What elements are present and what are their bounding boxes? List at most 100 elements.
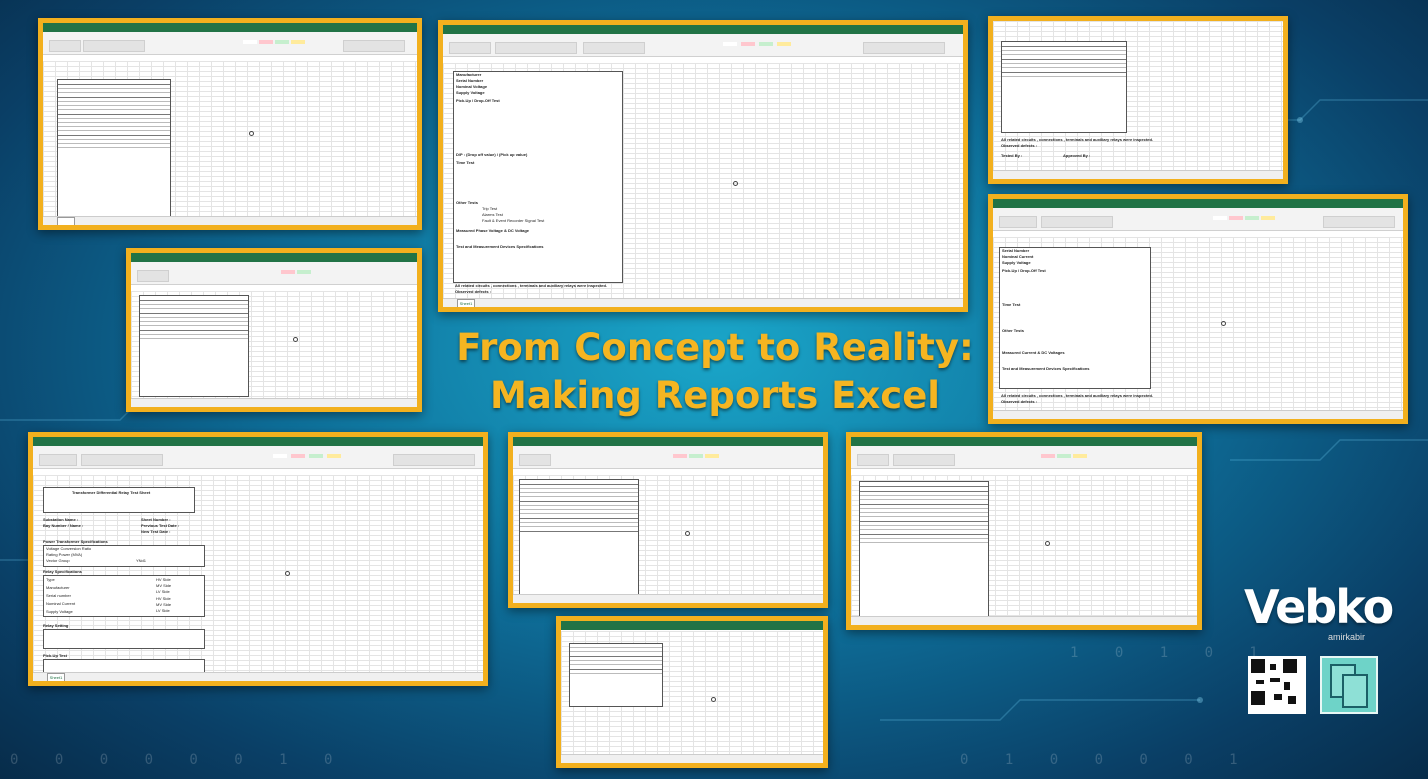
- excel-screenshot-bottom-right: [846, 432, 1202, 630]
- excel-screenshot-top-left: [38, 18, 422, 230]
- footer-line: All related circuits , connections , ter…: [1001, 137, 1154, 142]
- pickup-table: [43, 659, 205, 673]
- spec-table: Voltage Conversion Ratio Rating Power (M…: [43, 545, 205, 567]
- excel-titlebar: [443, 25, 963, 34]
- excel-screenshot-left-middle: [126, 248, 422, 412]
- side-label: LV Side: [156, 589, 170, 594]
- section-label: Relay Specifications: [43, 569, 82, 574]
- row-label: Nominal Current: [1002, 254, 1034, 259]
- side-label: LV Side: [156, 608, 170, 613]
- copy-documents-icon: [1320, 656, 1378, 714]
- row-label: Other Tests: [456, 200, 478, 205]
- excel-titlebar: [131, 253, 417, 262]
- side-label: MV Side: [156, 583, 172, 588]
- other-test: Fault & Event Recorder Signal Test: [482, 218, 545, 223]
- row-label: Time Test: [456, 160, 475, 165]
- excel-titlebar: [851, 437, 1197, 446]
- section-label: Pick-Up Test: [43, 653, 67, 658]
- binary-decor: 1 0 1 0 1: [1070, 645, 1272, 661]
- report-form: Serial Number Nominal Current Supply Vol…: [999, 247, 1151, 389]
- row-label: Test and Measurement Devices Specificati…: [456, 244, 544, 249]
- sheet-tab: Sheet1: [47, 673, 65, 681]
- title-box: Transformer Differential Relay Test Shee…: [43, 487, 195, 513]
- excel-titlebar: [33, 437, 483, 446]
- excel-ribbon: [851, 446, 1197, 469]
- footer-line: All related circuits , connections , ter…: [1001, 393, 1154, 398]
- excel-ribbon: [33, 446, 483, 469]
- report-form: [569, 643, 663, 707]
- sheet-tab: Sheet1: [457, 299, 475, 307]
- report-form: [1001, 41, 1127, 133]
- relay-row: Nominal Current: [46, 601, 76, 606]
- side-label: MV Side: [156, 602, 172, 607]
- field-label: Sheet Number :: [141, 517, 171, 522]
- report-form: [57, 79, 171, 221]
- field-label: New Test Date :: [141, 529, 171, 534]
- report-form: [139, 295, 249, 397]
- excel-titlebar: [993, 199, 1403, 208]
- relay-row: Manufacturer: [46, 585, 70, 590]
- spec-row: Rating Power (MVA): [46, 552, 83, 557]
- headline-line-2: Making Reports Excel: [490, 374, 940, 417]
- row-label: Nominal Voltage: [456, 84, 488, 89]
- row-label: Serial Number: [456, 78, 484, 83]
- excel-screenshot-right-middle: Serial Number Nominal Current Supply Vol…: [988, 194, 1408, 424]
- relay-row: Serial number: [46, 593, 71, 598]
- footer-line: Observed defects :: [1001, 143, 1038, 148]
- qr-code-icon: [1248, 656, 1306, 714]
- excel-screenshot-top-right: All related circuits , connections , ter…: [988, 16, 1288, 184]
- footer-line: Observed defects :: [455, 289, 492, 294]
- spec-row: Vector Group: [46, 558, 70, 563]
- field-label: Previous Test Date :: [141, 523, 180, 528]
- spec-value: YNd1: [136, 558, 147, 563]
- excel-ribbon: [513, 446, 823, 469]
- relay-test-form: Manufacturer Serial Number Nominal Volta…: [453, 71, 623, 283]
- row-label: Test and Measurement Devices Specificati…: [1002, 366, 1090, 371]
- excel-ribbon: [993, 208, 1403, 231]
- other-test: Trip Test: [482, 206, 498, 211]
- row-label: Measured Phase Voltage & DC Voltage: [456, 228, 529, 233]
- row-label: Pick-Up / Drop-Off Test: [456, 98, 500, 103]
- row-label: Serial Number: [1002, 248, 1030, 253]
- binary-decor: 0 0 0 0 0 0 1 0: [10, 752, 347, 768]
- footer-line: All related circuits , connections , ter…: [455, 283, 608, 288]
- section-label: Power Transformer Specifications: [43, 539, 108, 544]
- row-label: Other Tests: [1002, 328, 1024, 333]
- row-label: Manufacturer: [456, 72, 482, 77]
- relay-setting-table: [43, 629, 205, 649]
- report-form: [519, 479, 639, 601]
- signature-label: Tested By :: [1001, 153, 1023, 158]
- spec-row: Voltage Conversion Ratio: [46, 546, 92, 551]
- row-label: D/P : (Drop off value) / (Pick up value): [456, 152, 528, 157]
- excel-screenshot-top-center: Manufacturer Serial Number Nominal Volta…: [438, 20, 968, 312]
- row-label: Time Test: [1002, 302, 1021, 307]
- row-label: Supply Voltage: [456, 90, 485, 95]
- excel-screenshot-bottom-small: [556, 616, 828, 768]
- sheet-tab: [57, 217, 75, 225]
- field-label: Bay Number / Name :: [43, 523, 84, 528]
- excel-ribbon: [131, 262, 417, 285]
- relay-row: Type: [46, 577, 55, 582]
- side-label: HV Side: [156, 577, 171, 582]
- relay-spec-table: Type Manufacturer Serial number Nominal …: [43, 575, 205, 617]
- vebko-logo: Vebko: [1244, 580, 1394, 634]
- signature-label: Approved By :: [1063, 153, 1091, 158]
- report-form: [859, 481, 989, 623]
- side-label: HV Side: [156, 596, 171, 601]
- excel-titlebar: [43, 23, 417, 32]
- footer-line: Observed defects :: [1001, 399, 1038, 404]
- excel-ribbon: [43, 32, 417, 55]
- vebko-logo-subtitle: amirkabir: [1328, 632, 1366, 642]
- excel-ribbon: [443, 34, 963, 57]
- sheet-title: Transformer Differential Relay Test Shee…: [72, 490, 151, 495]
- headline-line-1: From Concept to Reality:: [456, 326, 974, 369]
- row-label: Supply Voltage: [1002, 260, 1031, 265]
- section-label: Relay Setting: [43, 623, 69, 628]
- row-label: Pick-Up / Drop-Off Test: [1002, 268, 1046, 273]
- binary-decor: 0 1 0 0 0 0 1: [960, 752, 1252, 768]
- relay-row: Supply Voltage: [46, 609, 73, 614]
- other-test: Alarms Test: [482, 212, 503, 217]
- excel-titlebar: [513, 437, 823, 446]
- row-label: Measured Current & DC Voltages: [1002, 350, 1065, 355]
- excel-titlebar: [561, 621, 823, 630]
